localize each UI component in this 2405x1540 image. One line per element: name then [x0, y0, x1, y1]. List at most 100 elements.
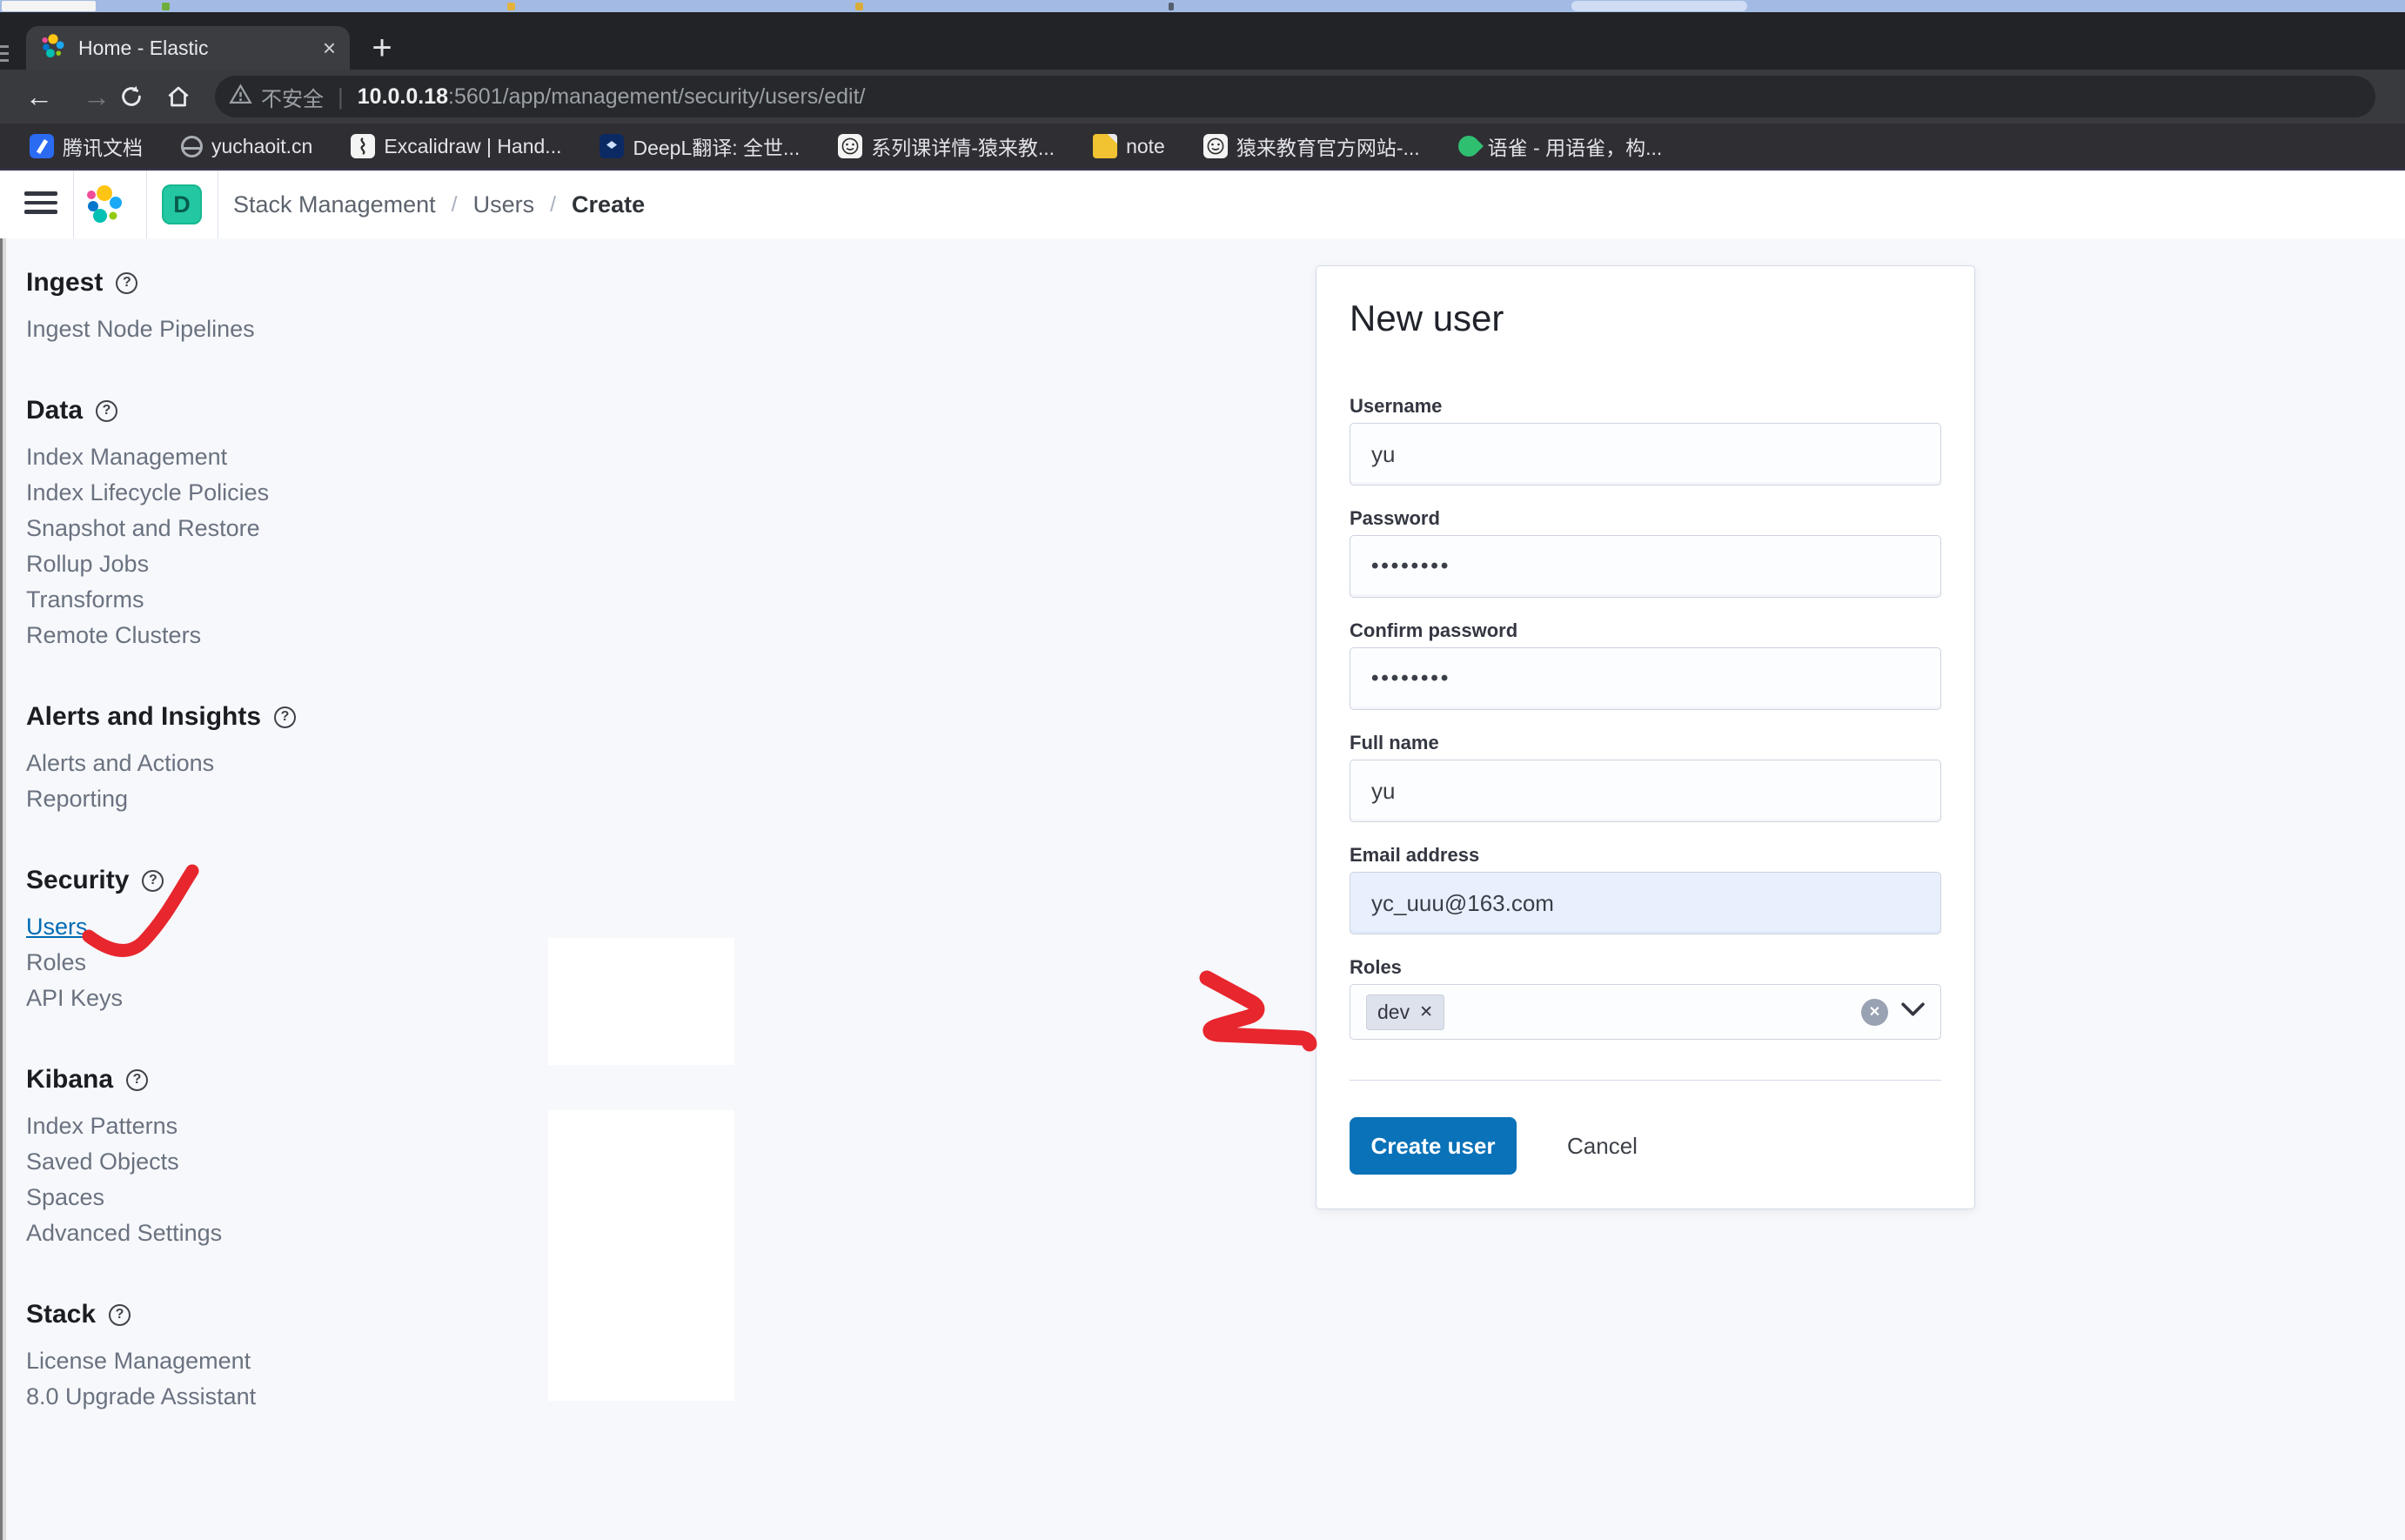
help-icon[interactable]: ? — [274, 706, 296, 728]
sidebar-item-snapshot-and-restore[interactable]: Snapshot and Restore — [26, 511, 444, 546]
full-name-input[interactable] — [1350, 760, 1941, 822]
sidebar-item-alerts-and-actions[interactable]: Alerts and Actions — [26, 746, 444, 781]
sidebar-section-security: Security ? Users Roles API Keys — [26, 866, 444, 1016]
bookmark-item[interactable]: note — [1093, 134, 1165, 158]
cancel-button[interactable]: Cancel — [1567, 1133, 1638, 1160]
role-tag-dev[interactable]: dev ✕ — [1366, 994, 1444, 1030]
sidebar-item-upgrade-assistant[interactable]: 8.0 Upgrade Assistant — [26, 1379, 444, 1415]
excalidraw-icon — [351, 134, 375, 158]
sidebar-section-data: Data ? Index Management Index Lifecycle … — [26, 396, 444, 653]
bookmark-item[interactable]: yuchaoit.cn — [181, 135, 312, 158]
tab-title: Home - Elastic — [78, 37, 316, 60]
confirm-password-label: Confirm password — [1350, 619, 1941, 642]
sidebar-item-users[interactable]: Users — [26, 909, 444, 945]
deepl-icon — [600, 134, 624, 158]
bookmark-item[interactable]: DeepL翻译: 全世... — [600, 131, 800, 161]
not-secure-icon — [229, 83, 252, 110]
form-actions: Create user Cancel — [1350, 1117, 1941, 1175]
redaction-patch — [548, 1110, 734, 1401]
sidebar-item-license-management[interactable]: License Management — [26, 1343, 444, 1379]
url-separator: | — [338, 84, 344, 110]
sidebar-item-transforms[interactable]: Transforms — [26, 582, 444, 618]
username-field-group: Username — [1350, 395, 1941, 485]
sidebar-item-ingest-node-pipelines[interactable]: Ingest Node Pipelines — [26, 311, 444, 347]
confirm-password-field-group: Confirm password — [1350, 619, 1941, 710]
help-icon[interactable]: ? — [116, 272, 137, 294]
menu-hamburger-icon[interactable] — [24, 191, 57, 214]
background-window-artifact — [2, 1, 96, 11]
password-label: Password — [1350, 507, 1941, 530]
screen-edge-artifact — [0, 45, 10, 66]
url-path: :5601/app/management/security/users/edit… — [448, 84, 865, 110]
sidebar-item-saved-objects[interactable]: Saved Objects — [26, 1144, 444, 1180]
email-label: Email address — [1350, 844, 1941, 867]
help-icon[interactable]: ? — [126, 1069, 148, 1091]
taskbar-dot-icon — [162, 3, 170, 10]
remove-role-icon[interactable]: ✕ — [1419, 1002, 1433, 1022]
bookmark-item[interactable]: 腾讯文档 — [30, 131, 143, 161]
full-name-field-group: Full name — [1350, 732, 1941, 822]
yuanlai-site-icon — [1203, 134, 1228, 158]
sidebar-item-spaces[interactable]: Spaces — [26, 1180, 444, 1215]
sidebar-item-index-lifecycle-policies[interactable]: Index Lifecycle Policies — [26, 475, 444, 511]
elastic-logo[interactable] — [84, 184, 125, 230]
yuanfudao-icon — [838, 134, 862, 158]
taskbar-dot-icon — [507, 3, 515, 10]
help-icon[interactable]: ? — [142, 870, 164, 892]
sidebar-section-stack: Stack ? License Management 8.0 Upgrade A… — [26, 1300, 444, 1415]
breadcrumb: Stack Management / Users / Create — [233, 171, 645, 238]
space-avatar[interactable]: D — [162, 184, 202, 224]
yuque-bird-icon — [1454, 131, 1484, 161]
sidebar-item-index-patterns[interactable]: Index Patterns — [26, 1108, 444, 1144]
new-tab-button[interactable]: + — [362, 28, 402, 68]
page-content: Ingest ? Ingest Node Pipelines Data ? In… — [0, 238, 2405, 1540]
email-input[interactable] — [1350, 872, 1941, 934]
address-bar[interactable]: 不安全 | 10.0.0.18:5601/app/management/secu… — [215, 76, 2375, 117]
home-button[interactable] — [158, 77, 198, 117]
sidebar-item-reporting[interactable]: Reporting — [26, 781, 444, 817]
kibana-header: D Stack Management / Users / Create — [0, 171, 2405, 239]
management-sidebar: Ingest ? Ingest Node Pipelines Data ? In… — [26, 238, 444, 1415]
sidebar-item-index-management[interactable]: Index Management — [26, 439, 444, 475]
breadcrumb-stack-management[interactable]: Stack Management — [233, 191, 436, 218]
browser-toolbar: ← → 不安全 | 10.0.0.18:5601/app/mana — [0, 70, 2405, 124]
not-secure-label: 不安全 — [261, 82, 324, 112]
new-user-panel: New user Username Password Confirm passw… — [1316, 265, 1975, 1209]
bookmark-item[interactable]: 猿来教育官方网站-... — [1203, 131, 1420, 161]
username-input[interactable] — [1350, 423, 1941, 485]
section-title: Alerts and Insights — [26, 702, 261, 732]
username-label: Username — [1350, 395, 1941, 418]
breadcrumb-users[interactable]: Users — [473, 191, 535, 218]
sidebar-item-roles[interactable]: Roles — [26, 945, 444, 981]
sidebar-item-api-keys[interactable]: API Keys — [26, 981, 444, 1016]
roles-combobox[interactable]: dev ✕ ✕ — [1350, 984, 1941, 1040]
section-title: Ingest — [26, 268, 103, 298]
globe-icon — [181, 136, 203, 157]
clear-selection-icon[interactable]: ✕ — [1861, 999, 1888, 1026]
sidebar-item-rollup-jobs[interactable]: Rollup Jobs — [26, 546, 444, 582]
browser-tab[interactable]: Home - Elastic × — [26, 26, 350, 70]
create-user-button[interactable]: Create user — [1350, 1117, 1517, 1175]
bookmark-item[interactable]: 语雀 - 用语雀，构... — [1458, 131, 1663, 161]
breadcrumb-separator: / — [452, 192, 458, 218]
sidebar-item-advanced-settings[interactable]: Advanced Settings — [26, 1215, 444, 1251]
reload-button[interactable] — [111, 77, 151, 117]
sidebar-section-kibana: Kibana ? Index Patterns Saved Objects Sp… — [26, 1065, 444, 1251]
help-icon[interactable]: ? — [96, 400, 117, 422]
chevron-down-icon[interactable] — [1901, 1002, 1925, 1021]
sidebar-item-remote-clusters[interactable]: Remote Clusters — [26, 618, 444, 653]
tab-close-icon[interactable]: × — [323, 37, 336, 59]
role-tag-label: dev — [1377, 1001, 1410, 1024]
breadcrumb-create: Create — [572, 191, 645, 218]
section-title: Data — [26, 396, 83, 425]
help-icon[interactable]: ? — [109, 1304, 131, 1326]
redaction-patch — [548, 938, 734, 1065]
bookmark-item[interactable]: Excalidraw | Hand... — [351, 134, 561, 158]
back-button[interactable]: ← — [19, 77, 59, 117]
bookmark-item[interactable]: 系列课详情-猿来教... — [838, 131, 1055, 161]
password-input[interactable] — [1350, 535, 1941, 598]
password-field-group: Password — [1350, 507, 1941, 598]
section-title: Security — [26, 866, 129, 895]
section-title: Stack — [26, 1300, 96, 1329]
confirm-password-input[interactable] — [1350, 647, 1941, 710]
